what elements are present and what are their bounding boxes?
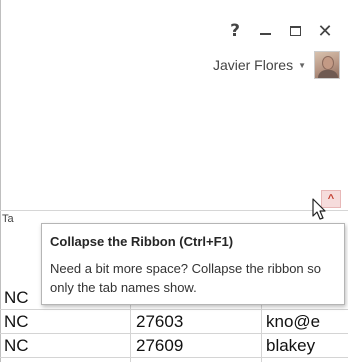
mouse-cursor-icon <box>312 198 326 220</box>
help-button[interactable]: ? <box>220 20 250 42</box>
sheet-tab-partial[interactable]: Ta <box>0 213 14 225</box>
tooltip-title: Collapse the Ribbon (Ctrl+F1) <box>50 234 234 249</box>
table-cell[interactable]: NC <box>4 310 129 334</box>
avatar[interactable] <box>314 51 340 79</box>
maximize-button[interactable] <box>280 20 310 42</box>
table-row: NC 27603 kno@e <box>0 310 348 334</box>
table-cell[interactable]: blakey <box>266 334 348 358</box>
table-cell[interactable]: kno@e <box>266 310 348 334</box>
ribbon-divider <box>0 210 348 211</box>
maximize-icon <box>289 26 301 36</box>
minimize-icon <box>259 33 271 35</box>
tooltip-description: Need a bit more space? Collapse the ribb… <box>50 261 321 295</box>
table-cell[interactable]: 27603 <box>136 310 261 334</box>
account-menu[interactable]: Javier Flores ▼ <box>213 51 340 79</box>
caret-down-icon: ▼ <box>298 60 306 70</box>
chevron-up-icon: ^ <box>327 193 335 205</box>
user-name: Javier Flores <box>212 57 294 73</box>
window-controls: ? ✕ <box>220 20 340 42</box>
minimize-button[interactable] <box>250 20 280 42</box>
collapse-ribbon-tooltip: Collapse the Ribbon (Ctrl+F1) Need a bit… <box>41 223 345 305</box>
close-button[interactable]: ✕ <box>310 20 340 42</box>
table-row: NC 27609 blakey <box>0 334 348 358</box>
table-cell[interactable]: NC <box>4 334 129 358</box>
table-cell[interactable]: 27609 <box>136 334 261 358</box>
